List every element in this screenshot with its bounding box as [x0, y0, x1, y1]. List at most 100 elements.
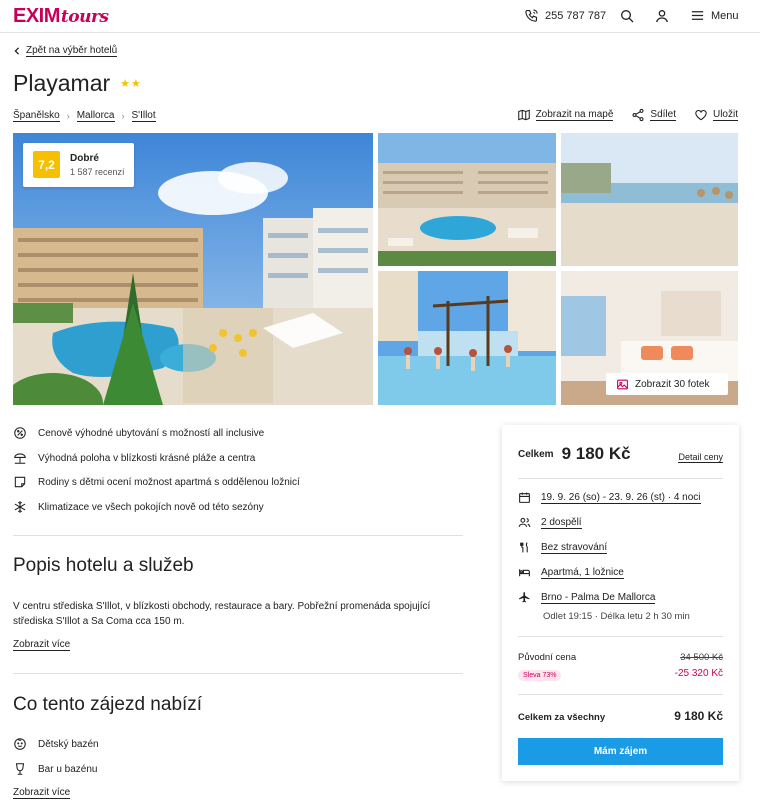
- hamburger-icon: [691, 11, 704, 20]
- hotel-description-heading: Popis hotelu a služeb: [13, 555, 194, 576]
- card-divider: [518, 478, 723, 479]
- save-button[interactable]: Uložit: [694, 108, 738, 122]
- offer-heading: Co tento zájezd nabízí: [13, 694, 203, 715]
- rating-label: Dobré: [70, 153, 99, 164]
- breadcrumb-resort[interactable]: S'Illot: [131, 110, 156, 122]
- share-icon: [632, 108, 644, 122]
- feature-item: Výhodná poloha v blízkosti krásné pláže …: [13, 451, 255, 465]
- share-button[interactable]: Sdílet: [631, 108, 676, 122]
- hotel-stars: ★★: [120, 78, 142, 90]
- feature-text: Cenově výhodné ubytování s možností all …: [38, 427, 265, 439]
- hotel-name: Playamar: [13, 70, 111, 96]
- feature-item: Cenově výhodné ubytování s možností all …: [13, 426, 264, 440]
- offer-item: Dětský bazén: [13, 737, 99, 751]
- hotel-description-text: V centru střediska S'Illot, v blízkosti …: [13, 601, 431, 627]
- feature-item: Klimatizace ve všech pokojích nově od té…: [13, 500, 264, 514]
- breadcrumb-country[interactable]: Španělsko: [13, 110, 60, 122]
- discount-amount: -25 320 Kč: [674, 668, 723, 679]
- offer-item: Bar u bazénu: [13, 762, 98, 776]
- board-row[interactable]: Bez stravování: [518, 541, 608, 554]
- map-icon: [517, 109, 530, 121]
- phone-icon: [525, 9, 538, 22]
- beach-umbrella-icon: [14, 453, 26, 464]
- booking-summary-card: Celkem 9 180 Kč Detail ceny 19. 9. 26 (s…: [502, 425, 739, 781]
- menu-button[interactable]: Menu: [690, 8, 739, 23]
- offer-item-text: Dětský bazén: [38, 738, 99, 750]
- show-on-map-button[interactable]: Zobrazit na mapě: [517, 108, 614, 122]
- menu-label: Menu: [711, 9, 739, 22]
- search-icon[interactable]: [619, 8, 635, 24]
- offer-item-text: Bar u bazénu: [38, 763, 98, 775]
- breadcrumb-separator-icon: ›: [66, 111, 70, 121]
- flight-route: Brno - Palma De Mallorca: [541, 591, 656, 604]
- room-row[interactable]: Apartmá, 1 ložnice: [518, 566, 624, 579]
- door-icon: [14, 476, 26, 488]
- exim-tours-logo[interactable]: EXIMtours: [13, 5, 109, 28]
- back-to-hotels-link[interactable]: Zpět na výběr hotelů: [13, 45, 118, 57]
- beach-photo: [561, 133, 738, 266]
- feature-text: Rodiny s dětmi ocení možnost apartmá s o…: [38, 476, 300, 488]
- total-price-row: Celkem 9 180 Kč: [518, 444, 631, 464]
- save-label: Uložit: [712, 109, 738, 121]
- feature-text: Klimatizace ve všech pokojích nově od té…: [38, 501, 264, 513]
- original-price-label: Původní cena: [518, 652, 577, 663]
- cocktail-glass-icon: [15, 763, 25, 775]
- chevron-left-icon: [14, 47, 20, 55]
- discount-badge: Sleva 73%: [518, 670, 562, 681]
- trip-dates: 19. 9. 26 (so) - 23. 9. 26 (st) · 4 noci: [541, 491, 701, 504]
- snowflake-icon: [14, 501, 26, 513]
- gallery-photo-beach[interactable]: [561, 133, 738, 266]
- splash-pool-photo: [378, 271, 556, 405]
- description-show-more-link[interactable]: Zobrazit více: [13, 639, 71, 651]
- breadcrumb-region[interactable]: Mallorca: [76, 110, 115, 122]
- guests-row[interactable]: 2 dospělí: [518, 516, 582, 529]
- gallery-photo-splash-pool[interactable]: [378, 271, 556, 405]
- percent-badge-icon: [14, 427, 26, 439]
- airplane-icon: [519, 592, 530, 603]
- cutlery-icon: [520, 542, 528, 553]
- calendar-icon: [519, 492, 530, 503]
- total-all-price: 9 180 Kč: [674, 709, 723, 723]
- hotel-title-row: Playamar ★★: [13, 70, 142, 97]
- hotel-pool-photo: [378, 133, 556, 266]
- phone-link[interactable]: 255 787 787: [524, 8, 606, 23]
- total-price: 9 180 Kč: [561, 444, 631, 463]
- share-label: Sdílet: [650, 109, 676, 121]
- guests-value: 2 dospělí: [541, 516, 582, 529]
- guests-icon: [518, 517, 531, 528]
- top-header: EXIMtours 255 787 787 Menu: [0, 0, 760, 33]
- child-face-icon: [14, 738, 26, 750]
- card-divider: [518, 636, 723, 637]
- logo-sub-text: tours: [60, 7, 109, 27]
- feature-item: Rodiny s dětmi ocení možnost apartmá s o…: [13, 475, 300, 489]
- card-divider: [518, 694, 723, 695]
- price-detail-link[interactable]: Detail ceny: [678, 452, 723, 463]
- bed-icon: [519, 569, 530, 577]
- hotel-actions: Zobrazit na mapě Sdílet Uložit: [517, 108, 738, 122]
- room-value: Apartmá, 1 ložnice: [541, 566, 624, 579]
- section-divider: [13, 535, 463, 536]
- original-price: 34 500 Kč: [680, 652, 723, 663]
- total-all-label: Celkem za všechny: [518, 712, 606, 723]
- map-label: Zobrazit na mapě: [535, 109, 614, 121]
- rating-badge[interactable]: 7,2 Dobré 1 587 recenzí: [23, 143, 134, 187]
- logo-main-text: EXIM: [13, 5, 60, 27]
- breadcrumb-separator-icon: ›: [121, 111, 125, 121]
- heart-icon: [695, 110, 707, 121]
- total-label: Celkem: [518, 448, 554, 460]
- feature-text: Výhodná poloha v blízkosti krásné pláže …: [38, 452, 256, 464]
- flight-row[interactable]: Brno - Palma De Mallorca: [518, 591, 656, 604]
- interest-button[interactable]: Mám zájem: [518, 738, 723, 765]
- phone-number: 255 787 787: [545, 9, 607, 22]
- show-all-photos-label: Zobrazit 30 fotek: [635, 378, 710, 390]
- flight-info: Odlet 19:15 · Délka letu 2 h 30 min: [543, 611, 690, 622]
- user-icon[interactable]: [654, 8, 670, 24]
- dates-row[interactable]: 19. 9. 26 (so) - 23. 9. 26 (st) · 4 noci: [518, 491, 701, 504]
- image-gallery-icon: [617, 379, 628, 389]
- offer-show-more-link[interactable]: Zobrazit více: [13, 787, 71, 799]
- show-all-photos-button[interactable]: Zobrazit 30 fotek: [606, 373, 728, 395]
- gallery-photo-hotel-pool[interactable]: [378, 133, 556, 266]
- board-value: Bez stravování: [541, 541, 608, 554]
- rating-review-count: 1 587 recenzí: [70, 167, 125, 177]
- section-divider: [13, 673, 463, 674]
